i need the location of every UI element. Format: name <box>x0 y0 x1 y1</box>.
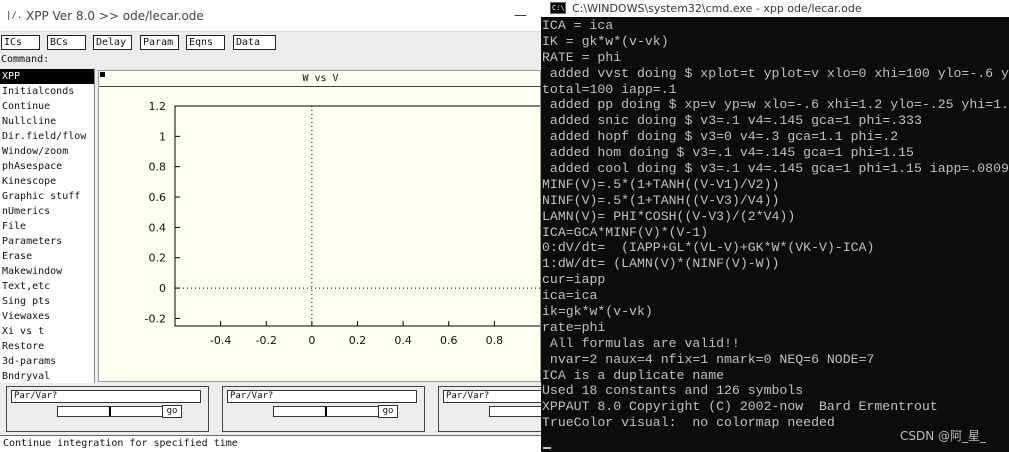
console-line: 1:dW/dt= (LAMN(V)*(NINF(V)-W)) <box>542 256 780 272</box>
data-button[interactable]: Data <box>233 35 276 50</box>
y-tick-label: -0.2 <box>145 312 166 325</box>
phase-plane-plot[interactable]: 1.2 1 0.8 0.6 0.4 0.2 0 -0.2 -0.4 -0.2 0 0.2 0.4 0.6 0… <box>99 88 542 382</box>
console-line: All formulas are valid!! <box>542 335 740 351</box>
console-line: NINF(V)=.5*(1+TANH((V-V3)/V4)) <box>542 192 780 208</box>
console-line: total=100 iapp=.1 <box>542 81 677 97</box>
console-output[interactable]: ICA = ica IK = gk*w*(v-vk) RATE = phi ad… <box>542 18 1009 431</box>
status-bar: Continue integration for specified time <box>0 435 541 452</box>
console-line: added snic doing $ v3=.1 v4=.145 gca=1 p… <box>542 113 922 129</box>
eqns-button[interactable]: Eqns <box>186 35 225 50</box>
console-line: ik=gk*w*(v-vk) <box>542 304 653 320</box>
y-tick-label: 1.2 <box>149 100 167 113</box>
param-button[interactable]: Param <box>140 35 179 50</box>
console-line: ICA = ica <box>542 18 614 33</box>
console-line: RATE = phi <box>542 49 622 65</box>
y-tick-label: 0.6 <box>149 191 167 204</box>
console-line: 0:dV/dt= (IAPP+GL*(VL-V)+GK*W*(VK-V)-ICA… <box>542 240 875 256</box>
console-line: XPPAUT 8.0 Copyright (C) 2002-now Bard E… <box>542 399 938 415</box>
x-tick-label: 0.8 <box>486 334 504 347</box>
y-tick-label: 1 <box>159 130 166 143</box>
x-tick-label: 0.4 <box>394 334 412 347</box>
command-line[interactable]: Command: <box>0 52 541 67</box>
par-var-field-1[interactable]: Par/Var? <box>11 390 201 403</box>
par-var-field-2[interactable]: Par/Var? <box>227 390 417 403</box>
console-line: added pp doing $ xp=v yp=w xlo=-.6 xhi=1… <box>542 97 1009 113</box>
console-line: Used 18 constants and 126 symbols <box>542 383 804 399</box>
menu-item-phasespace[interactable]: phAsespace <box>0 159 94 174</box>
menu-item-makewindow[interactable]: Makewindow <box>0 264 94 279</box>
console-line: rate=phi <box>542 319 606 335</box>
slider-panel-2: Par/Var? go <box>222 386 425 432</box>
go-button-2[interactable]: go <box>378 405 398 418</box>
menu-item-graphic-stuff[interactable]: Graphic stuff <box>0 189 94 204</box>
main-menu: XPP Initialconds Continue Nullcline Dir.… <box>0 69 95 383</box>
console-line: added vvst doing $ xplot=t yplot=v xlo=0… <box>542 65 1009 81</box>
graph-title: W vs V <box>99 71 542 87</box>
console-cursor <box>543 447 551 449</box>
menu-item-continue[interactable]: Continue <box>0 99 94 114</box>
graph-window[interactable]: W vs V 1.2 1 0.8 0.6 0.4 0.2 0 -0.2 -0.4 -0.2 0 0.2… <box>98 70 542 382</box>
minimize-button[interactable]: — <box>514 8 527 23</box>
x-tick-label: 0.6 <box>440 334 458 347</box>
slider-panel-1: Par/Var? go <box>6 386 209 432</box>
cmd-title-bar[interactable]: C:\ C:\WINDOWS\system32\cmd.exe - xpp od… <box>541 0 1009 17</box>
menu-item-viewaxes[interactable]: Viewaxes <box>0 309 94 324</box>
y-tick-label: 0.8 <box>149 161 167 174</box>
go-button-1[interactable]: go <box>162 405 182 418</box>
menu-item-xpp[interactable]: XPP <box>0 69 94 84</box>
plot-frame <box>174 105 540 327</box>
x-tick-label: 0 <box>308 334 315 347</box>
menu-item-numerics[interactable]: nUmerics <box>0 204 94 219</box>
menu-item-xi-vs-t[interactable]: Xi vs t <box>0 324 94 339</box>
y-tick-label: 0.4 <box>149 221 167 234</box>
y-tick-label: 0.2 <box>149 252 167 265</box>
cmd-window-title: C:\WINDOWS\system32\cmd.exe - xpp ode/le… <box>572 2 862 15</box>
console-line: added cool doing $ v3=.1 v4=.145 gca=1 p… <box>542 161 1009 177</box>
console-line: nvar=2 naux=4 nfix=1 nmark=0 NEQ=6 NODE=… <box>542 351 875 367</box>
console-line: cur=iapp <box>542 272 606 288</box>
menu-item-dirfield-flow[interactable]: Dir.field/flow <box>0 129 94 144</box>
menu-item-nullcline[interactable]: Nullcline <box>0 114 94 129</box>
watermark: CSDN @阿_星_ <box>900 429 987 443</box>
xpp-title-bar[interactable]: |/. XPP Ver 8.0 >> ode/lecar.ode — <box>0 0 541 32</box>
menu-bar: ICs BCs Delay Param Eqns Data <box>0 33 541 51</box>
slider-knob-1[interactable] <box>109 407 111 416</box>
menu-item-parameters[interactable]: Parameters <box>0 234 94 249</box>
menu-item-text-etc[interactable]: Text,etc <box>0 279 94 294</box>
xpp-logo-icon: |/. <box>6 11 23 21</box>
ics-button[interactable]: ICs <box>1 35 40 50</box>
menu-item-3d-params[interactable]: 3d-params <box>0 354 94 369</box>
console-line: added hopf doing $ v3=0 v4=.3 gca=1.1 ph… <box>542 129 899 145</box>
menu-item-window-zoom[interactable]: Window/zoom <box>0 144 94 159</box>
slider-knob-2[interactable] <box>325 407 327 416</box>
console-line: LAMN(V)= PHI*COSH((V-V3)/(2*V4)) <box>542 208 796 224</box>
delay-button[interactable]: Delay <box>93 35 132 50</box>
cmd-icon: C:\ <box>550 2 566 14</box>
x-tick-label: 0.2 <box>349 334 367 347</box>
menu-item-erase[interactable]: Erase <box>0 249 94 264</box>
xpp-window: |/. XPP Ver 8.0 >> ode/lecar.ode — ICs B… <box>0 0 641 452</box>
console-line: added hom doing $ v3=.1 v4=.145 gca=1 ph… <box>542 145 914 161</box>
menu-item-restore[interactable]: Restore <box>0 339 94 354</box>
console-line: ICA=GCA*MINF(V)*(V-1) <box>542 224 709 240</box>
menu-item-initialconds[interactable]: Initialconds <box>0 84 94 99</box>
menu-item-file[interactable]: File <box>0 219 94 234</box>
x-tick-label: -0.4 <box>210 334 231 347</box>
console-line: ica=ica <box>542 288 598 304</box>
x-tick-label: -0.2 <box>256 334 277 347</box>
bcs-button[interactable]: BCs <box>47 35 86 50</box>
menu-item-bndryval[interactable]: Bndryval <box>0 369 94 383</box>
xpp-window-title: XPP Ver 8.0 >> ode/lecar.ode <box>26 9 204 23</box>
console-line: ICA is a duplicate name <box>542 367 725 383</box>
console-line: IK = gk*w*(v-vk) <box>542 33 669 49</box>
menu-item-kinescope[interactable]: Kinescope <box>0 174 94 189</box>
console-line: MINF(V)=.5*(1+TANH((V-V1)/V2)) <box>542 176 780 192</box>
cmd-window: C:\ C:\WINDOWS\system32\cmd.exe - xpp od… <box>541 0 1009 452</box>
menu-item-sing-pts[interactable]: Sing pts <box>0 294 94 309</box>
y-tick-label: 0 <box>159 282 166 295</box>
